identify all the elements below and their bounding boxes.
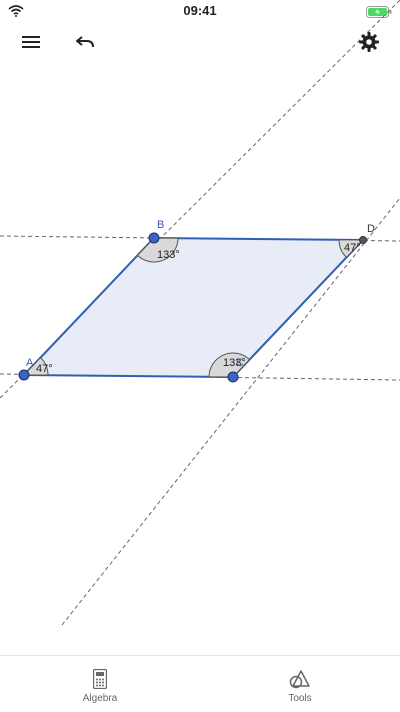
angle-label-d: 47°	[344, 242, 361, 254]
point-b[interactable]	[148, 232, 160, 244]
geometry-canvas[interactable]: 47° 133° 133° 47° A B C D	[0, 0, 400, 655]
parallelogram-abcd[interactable]	[21, 236, 366, 379]
point-d[interactable]	[359, 236, 367, 244]
point-c[interactable]	[227, 371, 239, 383]
settings-button[interactable]	[354, 30, 384, 58]
point-label-a: A	[26, 357, 34, 369]
menu-button[interactable]	[16, 30, 46, 58]
gear-icon	[358, 31, 380, 58]
hamburger-menu-icon	[21, 34, 41, 55]
point-a[interactable]	[18, 369, 30, 381]
point-label-d: D	[367, 223, 375, 235]
tab-tools[interactable]: Tools	[240, 656, 360, 712]
point-label-c: C	[236, 357, 244, 369]
tab-tools-label: Tools	[288, 693, 312, 704]
tools-icon	[289, 668, 311, 690]
angle-label-b: 133°	[157, 249, 180, 261]
undo-button[interactable]	[70, 30, 100, 58]
bottom-navigation: Algebra Tools	[0, 655, 400, 712]
angle-label-a: 47°	[36, 363, 53, 375]
tab-algebra[interactable]: Algebra	[40, 656, 160, 712]
undo-icon	[74, 34, 96, 55]
calculator-icon	[93, 668, 107, 690]
point-label-b: B	[157, 219, 164, 231]
tab-algebra-label: Algebra	[82, 693, 118, 704]
